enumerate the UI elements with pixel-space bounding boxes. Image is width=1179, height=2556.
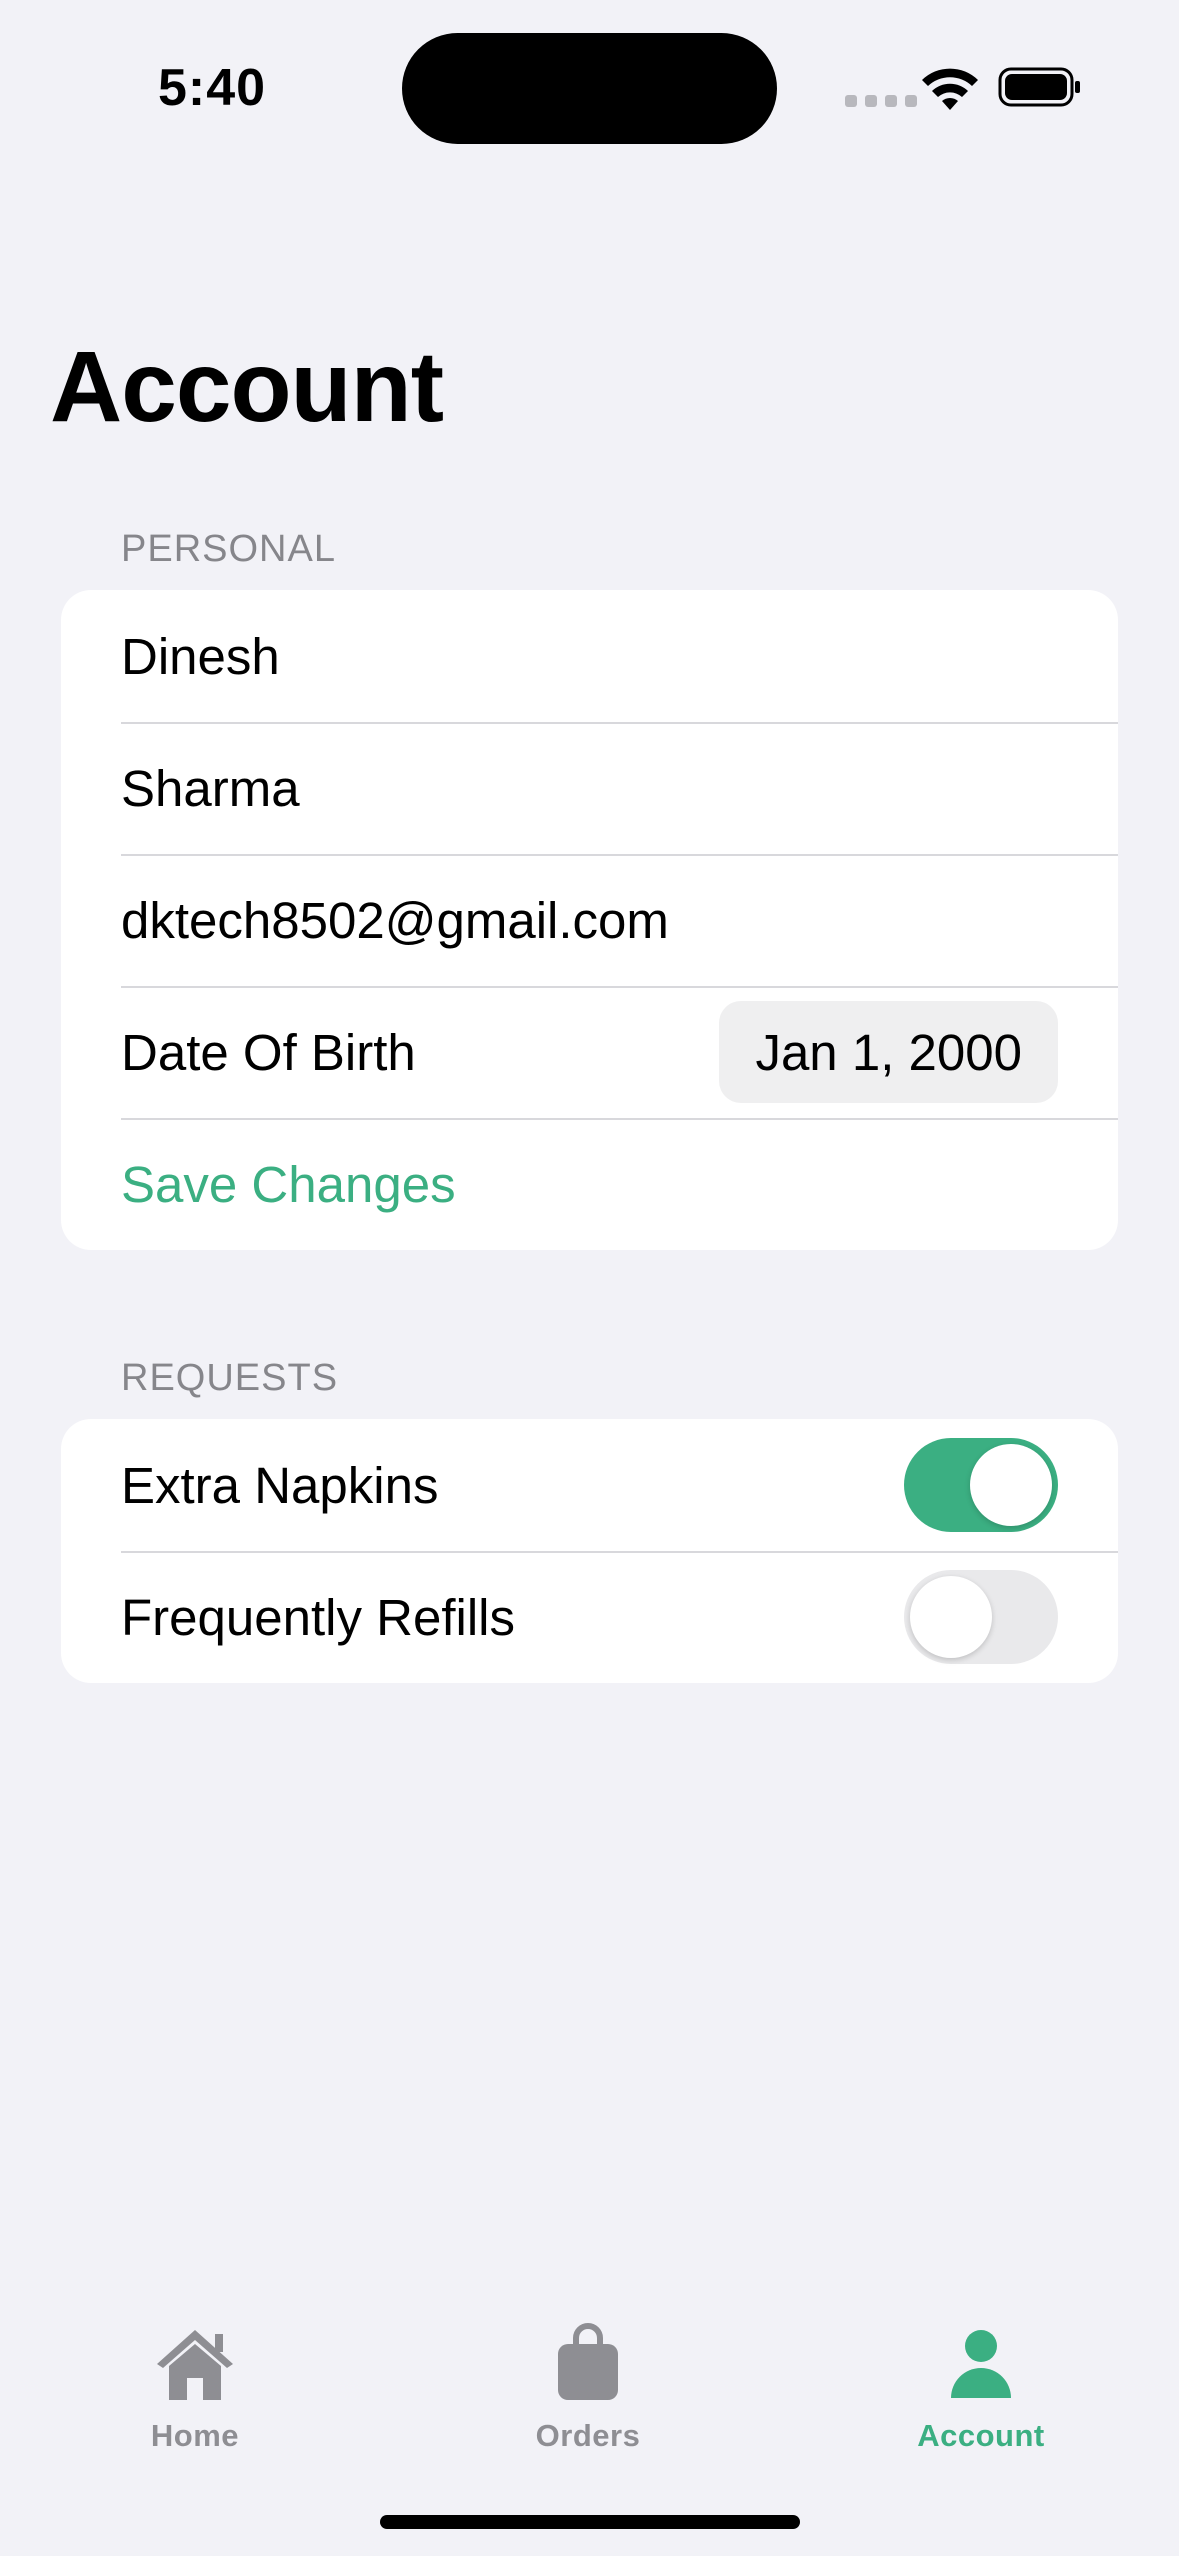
first-name-field[interactable]: Dinesh	[61, 590, 1118, 722]
cellular-signal-icon	[845, 95, 917, 107]
frequently-refills-row: Frequently Refills	[61, 1551, 1118, 1683]
date-of-birth-row: Date Of Birth Jan 1, 2000	[61, 986, 1118, 1118]
page-title: Account	[50, 331, 444, 443]
tab-bar: Home Orders Account	[0, 2300, 1179, 2480]
requests-card: Extra Napkins Frequently Refills	[61, 1419, 1118, 1683]
extra-napkins-label: Extra Napkins	[121, 1456, 439, 1514]
wifi-icon	[922, 68, 978, 110]
battery-icon	[998, 67, 1080, 107]
save-changes-label: Save Changes	[121, 1155, 456, 1213]
toggle-knob	[970, 1444, 1052, 1526]
section-header-personal: PERSONAL	[121, 528, 336, 570]
extra-napkins-toggle[interactable]	[904, 1438, 1058, 1532]
bag-icon	[558, 2323, 618, 2400]
date-of-birth-picker[interactable]: Jan 1, 2000	[719, 1001, 1058, 1103]
tab-orders-label: Orders	[535, 2418, 641, 2453]
last-name-field[interactable]: Sharma	[61, 722, 1118, 854]
first-name-value: Dinesh	[121, 627, 280, 685]
date-of-birth-label: Date Of Birth	[121, 1023, 416, 1081]
house-icon	[157, 2330, 233, 2400]
email-value: dktech8502@gmail.com	[121, 891, 669, 949]
tab-orders[interactable]: Orders	[488, 2322, 688, 2454]
save-changes-button[interactable]: Save Changes	[61, 1118, 1118, 1250]
status-time: 5:40	[158, 59, 267, 117]
toggle-knob	[910, 1576, 992, 1658]
personal-card: Dinesh Sharma dktech8502@gmail.com Date …	[61, 590, 1118, 1250]
extra-napkins-row: Extra Napkins	[61, 1419, 1118, 1551]
last-name-value: Sharma	[121, 759, 300, 817]
tab-home[interactable]: Home	[95, 2322, 295, 2454]
frequently-refills-toggle[interactable]	[904, 1570, 1058, 1664]
email-field[interactable]: dktech8502@gmail.com	[61, 854, 1118, 986]
person-icon	[951, 2330, 1011, 2398]
home-indicator	[380, 2515, 800, 2529]
tab-account[interactable]: Account	[881, 2322, 1081, 2454]
section-header-requests: REQUESTS	[121, 1357, 339, 1399]
tab-account-label: Account	[917, 2418, 1045, 2453]
tab-home-label: Home	[150, 2418, 240, 2453]
dynamic-island	[402, 33, 777, 144]
frequently-refills-label: Frequently Refills	[121, 1588, 515, 1646]
